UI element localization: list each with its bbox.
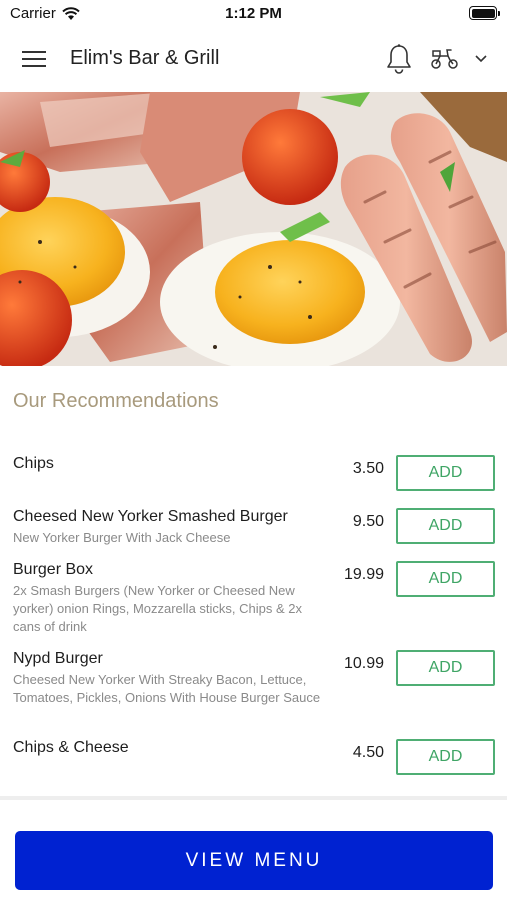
app-header: Elim's Bar & Grill — [0, 28, 507, 92]
item-name: Cheesed New Yorker Smashed Burger — [13, 508, 288, 525]
item-name: Burger Box — [13, 561, 94, 578]
breakfast-photo — [0, 92, 507, 366]
list-item: Chips 3.50 ADD — [0, 452, 507, 505]
item-name: Nypd Burger — [13, 650, 103, 667]
item-price: 10.99 — [343, 655, 384, 672]
scooter-icon — [431, 49, 458, 69]
view-menu-button[interactable]: VIEW MENU — [15, 831, 493, 890]
add-to-cart-button[interactable]: ADD — [396, 455, 495, 491]
list-item: Nypd Burger Cheesed New Yorker With Stre… — [0, 647, 507, 736]
item-price: 19.99 — [343, 566, 384, 583]
status-bar: Carrier 1:12 PM — [0, 0, 507, 28]
item-price: 3.50 — [352, 460, 384, 477]
list-item: Cheesed New Yorker Smashed Burger New Yo… — [0, 505, 507, 558]
hamburger-line — [22, 58, 46, 60]
hamburger-menu-icon — [22, 51, 46, 53]
list-item: Burger Box 2x Smash Burgers (New Yorker … — [0, 558, 507, 647]
section-divider — [0, 796, 507, 800]
item-description: New Yorker Burger With Jack Cheese — [13, 530, 231, 545]
hamburger-menu-button[interactable] — [22, 48, 48, 70]
item-description: Cheesed New Yorker With Streaky Bacon, L… — [13, 672, 321, 705]
list-item: Chips & Cheese 4.50 ADD — [0, 736, 507, 789]
item-name: Chips & Cheese — [13, 739, 129, 756]
add-to-cart-button[interactable]: ADD — [396, 739, 495, 775]
hero-banner-image — [0, 92, 507, 366]
hamburger-line — [22, 65, 46, 67]
battery-icon — [469, 6, 500, 20]
item-description: 2x Smash Burgers (New Yorker or Cheesed … — [13, 583, 302, 634]
recommendations-title: Our Recommendations — [13, 390, 219, 412]
add-to-cart-button[interactable]: ADD — [396, 508, 495, 544]
status-time: 1:12 PM — [225, 5, 282, 22]
restaurant-name: Elim's Bar & Grill — [70, 47, 220, 69]
delivery-mode-selector[interactable] — [430, 46, 490, 72]
bell-icon — [387, 44, 411, 74]
notifications-button[interactable] — [384, 43, 414, 75]
add-to-cart-button[interactable]: ADD — [396, 650, 495, 686]
recommendations-list: Chips 3.50 ADD Cheesed New Yorker Smashe… — [0, 452, 507, 789]
item-price: 9.50 — [352, 513, 384, 530]
item-price: 4.50 — [352, 744, 384, 761]
item-name: Chips — [13, 455, 54, 472]
add-to-cart-button[interactable]: ADD — [396, 561, 495, 597]
chevron-down-icon — [475, 55, 487, 63]
